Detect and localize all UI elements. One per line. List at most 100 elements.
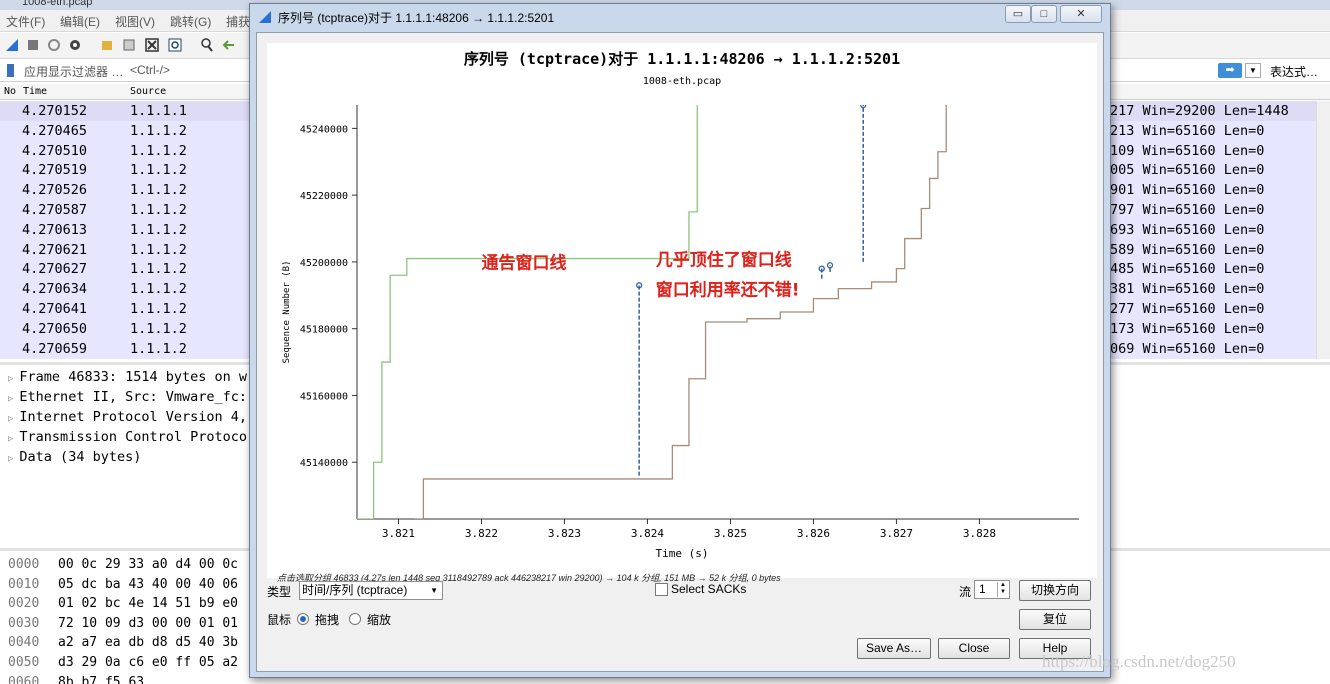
- detail-row[interactable]: ▷ Data (34 bytes): [8, 449, 141, 465]
- menu-capture[interactable]: 捕获: [226, 13, 250, 30]
- cell-time: 4.270519: [22, 162, 88, 179]
- bookmark-icon[interactable]: [6, 64, 16, 77]
- find-icon[interactable]: [200, 38, 214, 52]
- detail-row[interactable]: ▷ Ethernet II, Src: Vmware_fc:: [8, 389, 247, 405]
- cell-info: 485 Win=65160 Len=0: [1110, 261, 1265, 278]
- bytes-row[interactable]: 0060 8b b7 f5 63: [8, 674, 144, 684]
- menu-edit[interactable]: 编辑(E): [60, 13, 100, 30]
- graph-type-select[interactable]: 时间/序列 (tcptrace) ▼: [299, 581, 443, 600]
- close-file-icon[interactable]: [145, 38, 159, 52]
- detail-ip: Internet Protocol Version 4,: [19, 409, 247, 425]
- bytes-hex: 01 02 bc 4e 14 51 b9 e0: [58, 596, 239, 612]
- cell-time: 4.270465: [22, 122, 88, 139]
- cell-source: 1.1.1.2: [130, 320, 187, 337]
- maximize-button[interactable]: □: [1031, 5, 1057, 23]
- segment-end-marker: [826, 262, 834, 269]
- bytes-offset: 0020: [8, 596, 40, 612]
- expand-triangle-icon[interactable]: ▷: [8, 394, 13, 404]
- cell-info: 589 Win=65160 Len=0: [1110, 241, 1265, 258]
- cell-time: 4.270659: [22, 340, 88, 357]
- minimize-button[interactable]: ▭: [1005, 5, 1031, 23]
- cell-source: 1.1.1.2: [130, 182, 187, 199]
- reset-button[interactable]: 复位: [1019, 609, 1091, 630]
- switch-direction-button[interactable]: 切换方向: [1019, 580, 1091, 601]
- apply-filter-button[interactable]: ➡: [1218, 63, 1242, 78]
- expand-triangle-icon[interactable]: ▷: [8, 414, 13, 424]
- x-tick-label: 3.823: [548, 527, 581, 540]
- bytes-row[interactable]: 0050 d3 29 0a c6 e0 ff 05 a2: [8, 655, 238, 670]
- bytes-row[interactable]: 0040 a2 a7 ea db d8 d5 40 3b: [8, 635, 238, 651]
- mouse-drag-radio[interactable]: [297, 613, 309, 625]
- series-line-receive-window: [357, 105, 698, 519]
- column-no[interactable]: No: [4, 86, 16, 97]
- type-label: 类型: [267, 585, 292, 599]
- cell-info: 797 Win=65160 Len=0: [1110, 202, 1265, 218]
- shark-fin-icon[interactable]: [5, 38, 19, 52]
- cell-source: 1.1.1.2: [130, 340, 187, 357]
- bytes-offset: 0040: [8, 635, 40, 651]
- save-icon[interactable]: [122, 38, 136, 52]
- mouse-drag-label: 拖拽: [315, 613, 340, 627]
- expand-triangle-icon[interactable]: ▷: [8, 434, 13, 444]
- mouse-zoom-radio[interactable]: [349, 613, 361, 625]
- filter-dropdown-icon[interactable]: ▼: [1245, 63, 1261, 78]
- annotation-label: 几乎顶住了窗口线: [656, 249, 792, 270]
- open-icon[interactable]: [100, 38, 114, 52]
- stream-number-stepper[interactable]: 1 ▲ ▼: [974, 580, 1010, 599]
- bytes-row[interactable]: 0010 05 dc ba 43 40 00 40 06: [8, 576, 238, 592]
- dialog-client-area: 序列号 (tcptrace)对于 1.1.1.1:48206 → 1.1.1.2…: [256, 32, 1104, 672]
- select-sacks-checkbox[interactable]: [655, 583, 668, 596]
- cell-time: 4.270650: [22, 320, 88, 337]
- detail-row[interactable]: ▷ Frame 46833: 1514 bytes on w: [8, 369, 247, 385]
- bytes-offset: 0060: [8, 674, 40, 684]
- series-line-ack: [415, 105, 947, 519]
- mouse-zoom-label: 缩放: [367, 613, 392, 627]
- detail-row[interactable]: ▷ Transmission Control Protoco: [8, 429, 247, 445]
- column-time[interactable]: Time: [23, 86, 47, 97]
- options-icon[interactable]: [68, 38, 82, 52]
- graph-type-value: 时间/序列 (tcptrace): [302, 583, 408, 597]
- bytes-row[interactable]: 0030 72 10 09 d3 00 00 01 01: [8, 615, 238, 631]
- bytes-offset: 0010: [8, 576, 40, 592]
- restart-icon[interactable]: [47, 38, 61, 52]
- detail-data: Data (34 bytes): [19, 449, 142, 465]
- close-button[interactable]: Close: [938, 638, 1010, 659]
- wireshark-fin-icon: [259, 11, 271, 23]
- bytes-row[interactable]: 0020 01 02 bc 4e 14 51 b9 e0: [8, 596, 238, 612]
- bytes-offset: 0030: [8, 615, 40, 631]
- y-axis-label: Sequence Number (B): [282, 261, 292, 364]
- expand-triangle-icon[interactable]: ▷: [8, 454, 13, 464]
- tcp-stream-graph-dialog: 序列号 (tcptrace)对于 1.1.1.1:48206 → 1.1.1.2…: [249, 3, 1111, 678]
- spin-arrows-icon[interactable]: ▲ ▼: [997, 582, 1008, 597]
- close-window-button[interactable]: ✕: [1060, 5, 1102, 23]
- x-tick-label: 3.821: [382, 527, 415, 540]
- y-tick-label: 45240000: [300, 124, 348, 135]
- cell-time: 4.270587: [22, 202, 88, 218]
- back-icon[interactable]: [222, 38, 236, 52]
- cell-info: 277 Win=65160 Len=0: [1110, 301, 1265, 317]
- filter-label: 应用显示过滤器 …: [24, 65, 124, 79]
- bytes-row[interactable]: 0000 00 0c 29 33 a0 d4 00 0c: [8, 557, 238, 572]
- cell-info: 109 Win=65160 Len=0: [1110, 142, 1265, 159]
- reload-icon[interactable]: [168, 38, 182, 52]
- stop-icon[interactable]: [26, 38, 40, 52]
- sequence-graph[interactable]: 序列号 (tcptrace)对于 1.1.1.1:48206 → 1.1.1.2…: [267, 43, 1097, 561]
- menu-view[interactable]: 视图(V): [115, 13, 155, 30]
- menu-go[interactable]: 跳转(G): [170, 13, 211, 30]
- cell-info: 005 Win=65160 Len=0: [1110, 162, 1265, 179]
- x-tick-label: 3.827: [880, 527, 913, 540]
- expression-button[interactable]: 表达式…: [1270, 63, 1318, 80]
- plot-area[interactable]: 序列号 (tcptrace)对于 1.1.1.1:48206 → 1.1.1.2…: [267, 43, 1097, 583]
- mouse-label: 鼠标: [267, 613, 292, 627]
- column-source[interactable]: Source: [130, 86, 166, 97]
- cell-source: 1.1.1.2: [130, 122, 187, 139]
- cell-time: 4.270634: [22, 281, 88, 298]
- filter-input[interactable]: <Ctrl-/>: [130, 63, 170, 77]
- packet-list-scrollbar[interactable]: [1316, 101, 1330, 359]
- detail-row[interactable]: ▷ Internet Protocol Version 4,: [8, 409, 247, 425]
- expand-triangle-icon[interactable]: ▷: [8, 374, 13, 384]
- save-as-button[interactable]: Save As…: [857, 638, 931, 659]
- menu-file[interactable]: 文件(F): [6, 13, 45, 30]
- y-tick-label: 45160000: [300, 391, 348, 402]
- dialog-titlebar[interactable]: 序列号 (tcptrace)对于 1.1.1.1:48206 → 1.1.1.2…: [250, 4, 1110, 30]
